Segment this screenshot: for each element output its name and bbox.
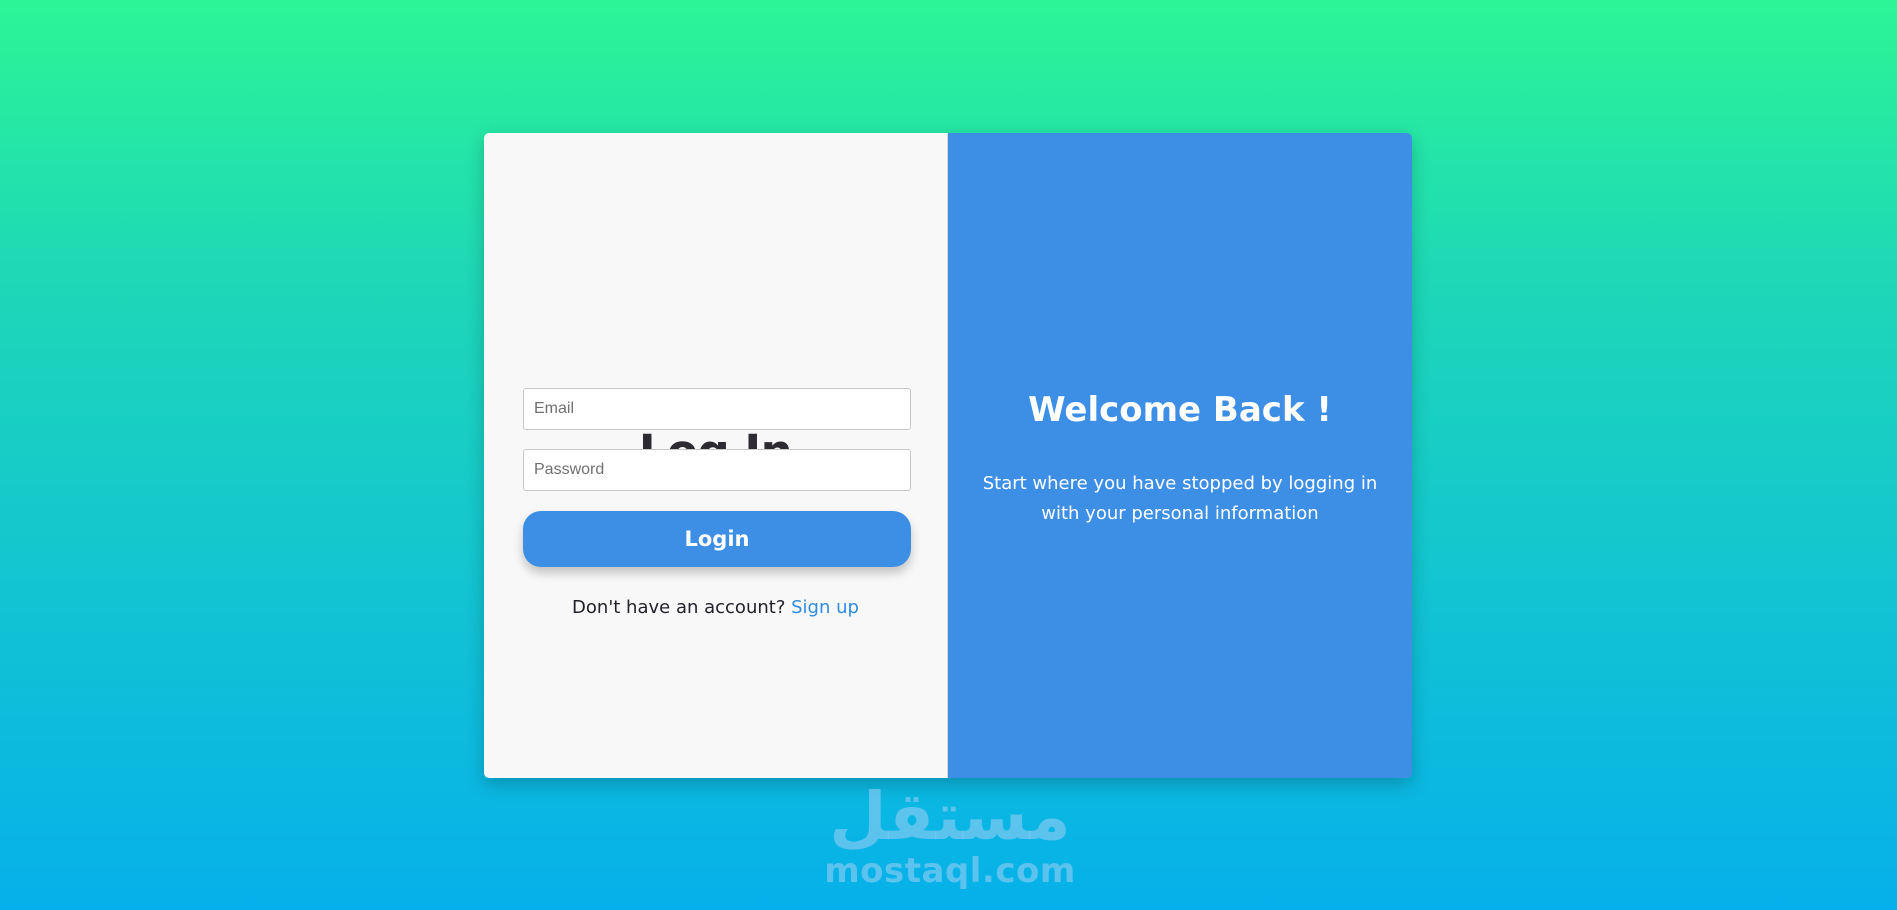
login-panel: Log In Login Don't have an account? Sign… xyxy=(484,133,948,778)
watermark-arabic: مستقل xyxy=(829,778,1071,855)
login-button[interactable]: Login xyxy=(523,511,911,567)
signup-row: Don't have an account? Sign up xyxy=(484,597,947,618)
signup-link[interactable]: Sign up xyxy=(791,597,859,618)
signup-prompt: Don't have an account? xyxy=(572,597,786,618)
welcome-title: Welcome Back ! xyxy=(1028,390,1332,430)
welcome-panel: Welcome Back ! Start where you have stop… xyxy=(948,133,1412,778)
mostaql-watermark-logo: مستقل mostaql.com xyxy=(820,782,1080,894)
watermark-latin: mostaql.com xyxy=(824,851,1076,891)
welcome-text: Start where you have stopped by logging … xyxy=(982,473,1378,524)
auth-card: Log In Login Don't have an account? Sign… xyxy=(484,133,1412,778)
email-field[interactable] xyxy=(523,388,911,430)
password-field[interactable] xyxy=(523,449,911,491)
